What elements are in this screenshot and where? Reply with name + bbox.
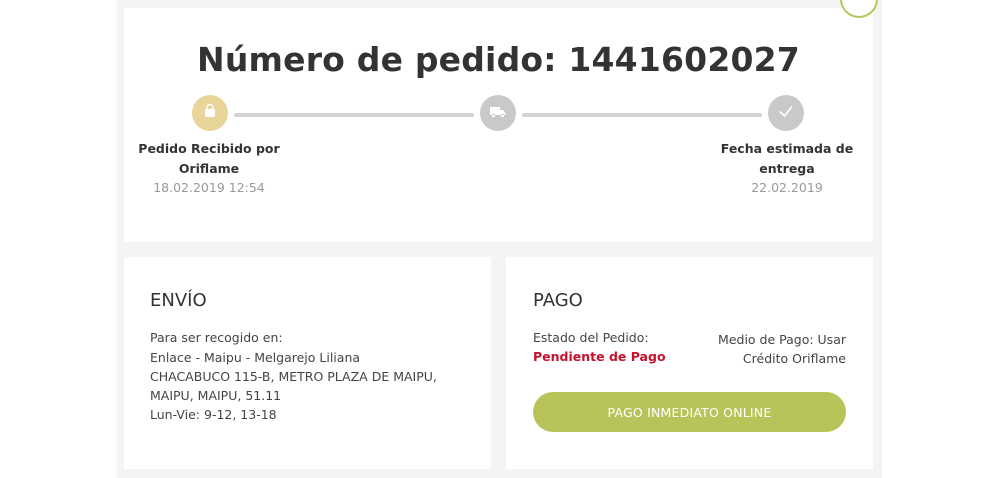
progress-line-2 bbox=[522, 113, 762, 117]
order-status-label: Estado del Pedido: bbox=[533, 330, 649, 345]
payment-method-line1: Medio de Pago: Usar bbox=[718, 332, 846, 347]
step-received-label-line2: Oriflame bbox=[178, 161, 240, 176]
step-shipping bbox=[480, 95, 516, 131]
progress-line-1 bbox=[234, 113, 474, 117]
shipping-title: ENVÍO bbox=[150, 290, 207, 311]
shipping-line: MAIPU, MAIPU, 51.11 bbox=[150, 388, 282, 403]
truck-icon bbox=[489, 104, 507, 123]
step-delivery-label: Fecha estimada de entrega bbox=[708, 139, 866, 179]
shipping-line: Enlace - Maipu - Melgarejo Liliana bbox=[150, 350, 361, 365]
check-icon bbox=[777, 102, 795, 124]
payment-method: Medio de Pago: Usar Crédito Oriflame bbox=[686, 330, 846, 368]
shipping-line: CHACABUCO 115-B, METRO PLAZA DE MAIPU, bbox=[150, 369, 437, 384]
order-status-value: Pendiente de Pago bbox=[533, 349, 666, 364]
step-delivery-label-line2: entrega bbox=[759, 161, 815, 176]
shipping-card: ENVÍO Para ser recogido en: Enlace - Mai… bbox=[124, 257, 491, 469]
step-delivery-label-line1: Fecha estimada de bbox=[720, 141, 854, 156]
pay-now-button[interactable]: PAGO INMEDIATO ONLINE bbox=[533, 392, 846, 432]
payment-card: PAGO Estado del Pedido: Pendiente de Pag… bbox=[506, 257, 873, 469]
step-received-label: Pedido Recibido por Oriflame bbox=[130, 139, 288, 179]
payment-title: PAGO bbox=[533, 290, 583, 311]
step-delivery-date: 22.02.2019 bbox=[751, 180, 823, 195]
step-received-date: 18.02.2019 12:54 bbox=[153, 180, 265, 195]
order-status-card: Número de pedido: 1441602027 Pedido Reci… bbox=[124, 8, 873, 242]
shipping-line: Para ser recogido en: bbox=[150, 330, 283, 345]
step-delivery bbox=[768, 95, 804, 131]
step-received bbox=[192, 95, 228, 131]
order-number-title: Número de pedido: 1441602027 bbox=[197, 40, 800, 79]
shipping-line: Lun-Vie: 9-12, 13-18 bbox=[150, 407, 277, 422]
shopping-bag-icon bbox=[202, 103, 218, 123]
payment-method-line2: Crédito Oriflame bbox=[742, 351, 846, 366]
step-received-label-line1: Pedido Recibido por bbox=[138, 141, 280, 156]
